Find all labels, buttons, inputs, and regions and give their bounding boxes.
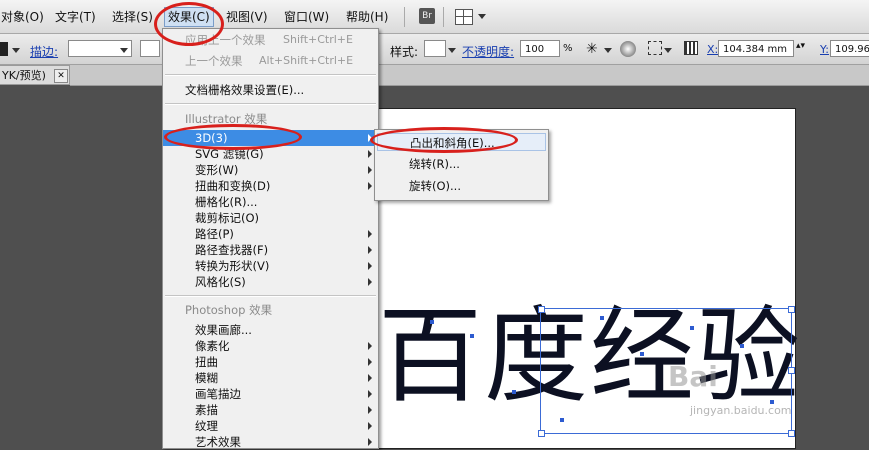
menu-help[interactable]: 帮助(H)	[343, 8, 391, 26]
chevron-down-icon[interactable]	[664, 48, 672, 53]
menu-bar: 对象(O) 文字(T) 选择(S) 效果(C) 视图(V) 窗口(W) 帮助(H…	[0, 0, 869, 34]
menu-item-svg-filters[interactable]: SVG 滤镜(G)	[163, 146, 378, 162]
anchor-point[interactable]	[430, 320, 434, 324]
menu-item-path[interactable]: 路径(P)	[163, 226, 378, 242]
menu-item-last-effect: 上一个效果 Alt+Shift+Ctrl+E	[185, 54, 354, 68]
opacity-field[interactable]: 100	[520, 40, 560, 57]
selection-handle[interactable]	[788, 367, 795, 374]
menu-separator	[165, 103, 376, 105]
menu-section-illustrator: Illustrator 效果	[185, 112, 268, 126]
anchor-point[interactable]	[690, 326, 694, 330]
selection-handle[interactable]	[788, 430, 795, 437]
menu-item-revolve[interactable]: 绕转(R)...	[375, 155, 548, 173]
y-position-field[interactable]: 109.965	[830, 40, 869, 57]
chevron-right-icon	[368, 438, 372, 446]
chevron-down-icon[interactable]	[12, 48, 20, 53]
menu-select[interactable]: 选择(S)	[109, 8, 156, 26]
chevron-right-icon	[368, 278, 372, 286]
transform-icon[interactable]	[648, 41, 662, 55]
workspace-layout-icon[interactable]	[455, 9, 473, 25]
anchor-point[interactable]	[600, 316, 604, 320]
menu-item-raster-settings[interactable]: 文档栅格效果设置(E)...	[163, 82, 378, 98]
chevron-down-icon[interactable]	[478, 14, 486, 19]
annotation-ellipse	[164, 124, 302, 150]
menu-divider	[404, 7, 405, 27]
menu-section-photoshop: Photoshop 效果	[185, 303, 273, 317]
menu-separator	[165, 74, 376, 76]
menu-view[interactable]: 视图(V)	[223, 8, 271, 26]
chevron-down-icon[interactable]	[120, 48, 128, 53]
anchor-point[interactable]	[770, 400, 774, 404]
recolor-artwork-icon[interactable]: ✳	[586, 41, 602, 57]
chevron-right-icon	[368, 230, 372, 238]
anchor-point[interactable]	[512, 390, 516, 394]
stroke-label[interactable]: 描边:	[30, 43, 58, 60]
chevron-right-icon	[368, 406, 372, 414]
stepper-icon[interactable]: ▴▾	[796, 42, 806, 55]
document-tab[interactable]: YK/预览) ✕	[0, 65, 70, 85]
selection-handle[interactable]	[538, 430, 545, 437]
menu-item-effect-gallery[interactable]: 效果画廊...	[163, 322, 378, 338]
menu-item-distort[interactable]: 扭曲	[163, 354, 378, 370]
menu-item-stylize[interactable]: 风格化(S)	[163, 274, 378, 290]
menu-type[interactable]: 文字(T)	[52, 8, 99, 26]
anchor-point[interactable]	[560, 418, 564, 422]
chevron-right-icon	[368, 166, 372, 174]
menu-separator	[165, 295, 376, 297]
anchor-point[interactable]	[640, 352, 644, 356]
bridge-icon[interactable]: Br	[419, 8, 435, 24]
menu-item-rasterize[interactable]: 栅格化(R)...	[163, 194, 378, 210]
variable-width-field[interactable]	[140, 40, 160, 57]
menu-item-blur[interactable]: 模糊	[163, 370, 378, 386]
menu-divider	[443, 7, 444, 27]
chevron-right-icon	[368, 246, 372, 254]
chevron-right-icon	[368, 342, 372, 350]
menu-item-rotate[interactable]: 旋转(O)...	[375, 177, 548, 195]
menu-object[interactable]: 对象(O)	[0, 8, 47, 26]
chevron-down-icon[interactable]	[448, 48, 456, 53]
y-label: Y:	[820, 43, 829, 56]
graphic-style-swatch[interactable]	[424, 40, 446, 57]
document-tab-title: YK/预览)	[2, 69, 46, 82]
selection-handle[interactable]	[788, 306, 795, 313]
x-position-field[interactable]: 104.384 mm	[718, 40, 794, 57]
control-bar: 描边: 样式: 不透明度: 100 % ✳ X: 104.384 mm ▴▾ Y…	[0, 34, 869, 65]
anchor-point[interactable]	[470, 334, 474, 338]
menu-item-warp[interactable]: 变形(W)	[163, 162, 378, 178]
selection-handle[interactable]	[538, 306, 545, 313]
chevron-right-icon	[368, 262, 372, 270]
x-label: X:	[707, 43, 719, 56]
opacity-unit: %	[563, 43, 573, 54]
style-label: 样式:	[390, 45, 419, 59]
chevron-right-icon	[368, 390, 372, 398]
chevron-right-icon	[368, 150, 372, 158]
menu-item-texture[interactable]: 纹理	[163, 418, 378, 434]
menu-item-pixelate[interactable]: 像素化	[163, 338, 378, 354]
effect-menu: 应用上一个效果 Shift+Ctrl+E 上一个效果 Alt+Shift+Ctr…	[162, 28, 379, 449]
menu-item-pathfinder[interactable]: 路径查找器(F)	[163, 242, 378, 258]
chevron-right-icon	[368, 422, 372, 430]
menu-item-convert-to-shape[interactable]: 转换为形状(V)	[163, 258, 378, 274]
menu-item-sketch[interactable]: 素描	[163, 402, 378, 418]
menu-window[interactable]: 窗口(W)	[281, 8, 332, 26]
chevron-right-icon	[368, 358, 372, 366]
chevron-right-icon	[368, 182, 372, 190]
menu-item-artistic[interactable]: 艺术效果	[163, 434, 378, 450]
menu-item-distort-transform[interactable]: 扭曲和变换(D)	[163, 178, 378, 194]
annotation-ellipse	[154, 2, 224, 46]
opacity-label[interactable]: 不透明度:	[462, 43, 514, 60]
selection-bounding-box[interactable]	[540, 308, 792, 434]
annotation-ellipse	[370, 127, 518, 153]
chevron-right-icon	[368, 374, 372, 382]
menu-item-brush-strokes[interactable]: 画笔描边	[163, 386, 378, 402]
reference-point-icon[interactable]	[684, 41, 698, 55]
close-icon[interactable]: ✕	[54, 69, 68, 83]
stroke-color-icon[interactable]	[0, 42, 8, 56]
isolate-icon[interactable]	[620, 41, 636, 57]
menu-item-crop-marks[interactable]: 裁剪标记(O)	[163, 210, 378, 226]
anchor-point[interactable]	[740, 344, 744, 348]
chevron-down-icon[interactable]	[604, 48, 612, 53]
